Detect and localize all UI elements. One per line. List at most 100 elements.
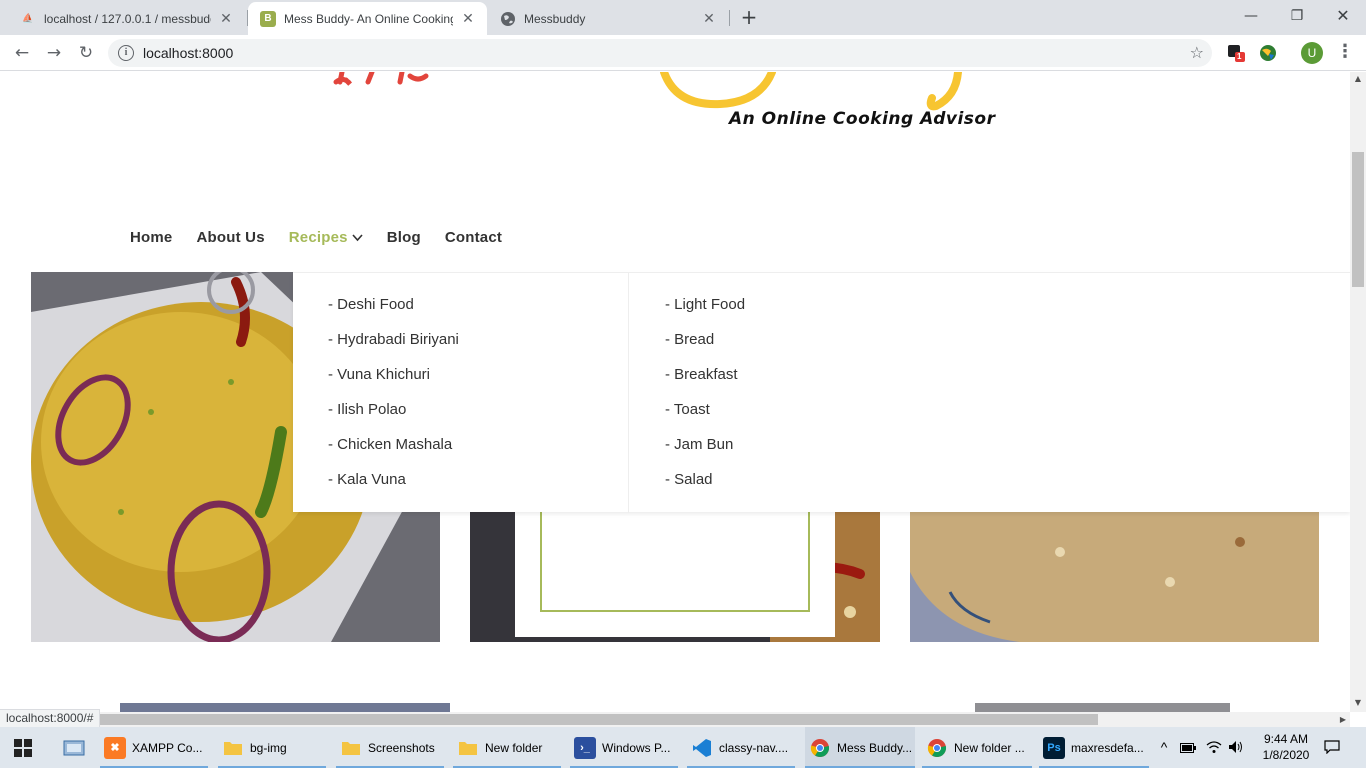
powershell-icon: ›_ — [574, 736, 596, 759]
taskbar-item-vscode[interactable]: classy-nav.... — [687, 727, 795, 768]
back-button[interactable]: ← — [10, 41, 34, 65]
tab-messbuddy[interactable]: Messbuddy ✕ — [488, 2, 728, 35]
dropdown-item-jam-bun[interactable]: - Jam Bun — [665, 435, 745, 470]
taskbar-item-chrome-new-folder[interactable]: New folder ... — [922, 727, 1032, 768]
dropdown-column-left: - Deshi Food - Hydrabadi Biriyani - Vuna… — [328, 295, 459, 505]
extension-icon[interactable]: 1 — [1227, 44, 1245, 62]
wifi-icon[interactable] — [1206, 727, 1224, 768]
battery-icon[interactable] — [1180, 727, 1198, 768]
taskbar-item-xampp[interactable]: ✖ XAMPP Co... — [100, 727, 208, 768]
address-bar[interactable]: i localhost:8000 ☆ — [108, 39, 1212, 67]
nav-about-us[interactable]: About Us — [196, 229, 264, 246]
new-tab-button[interactable]: + — [737, 5, 761, 29]
site-logo[interactable]: An Online Cooking Advisor — [0, 72, 1350, 232]
profile-avatar[interactable]: U — [1301, 42, 1323, 64]
dropdown-column-right: - Light Food - Bread - Breakfast - Toast… — [665, 295, 745, 505]
start-button[interactable] — [4, 727, 44, 768]
vertical-scrollbar[interactable]: ▲ ▼ — [1350, 72, 1366, 712]
photoshop-icon: Ps — [1043, 736, 1065, 759]
tab-mess-buddy[interactable]: B Mess Buddy- An Online Cooking Advisor … — [248, 2, 487, 35]
folder-icon — [340, 737, 362, 759]
taskbar-item-screenshots[interactable]: Screenshots — [336, 727, 444, 768]
tab-phpmyadmin[interactable]: ⛵ localhost / 127.0.0.1 / messbuddy ✕ — [8, 2, 245, 35]
taskbar-item-bg-img[interactable]: bg-img — [218, 727, 326, 768]
system-clock[interactable]: 9:44 AM 1/8/2020 — [1256, 731, 1316, 763]
url-text[interactable]: localhost:8000 — [143, 39, 233, 67]
folder-icon — [222, 737, 244, 759]
recipes-dropdown-menu: - Deshi Food - Hydrabadi Biriyani - Vuna… — [293, 272, 1350, 513]
tray-overflow-icon[interactable]: ^ — [1157, 727, 1171, 768]
taskbar-item-chrome-mess-buddy[interactable]: Mess Buddy... — [805, 727, 915, 768]
tab-title: Mess Buddy- An Online Cooking Advisor — [284, 11, 453, 26]
chrome-icon — [809, 737, 831, 759]
dropdown-item-deshi-food[interactable]: - Deshi Food — [328, 295, 459, 330]
dropdown-item-ilish-polao[interactable]: - Ilish Polao — [328, 400, 459, 435]
dropdown-item-chicken-mashala[interactable]: - Chicken Mashala — [328, 435, 459, 470]
food-photo-lower-left[interactable] — [120, 703, 450, 712]
forward-button[interactable]: → — [42, 41, 66, 65]
browser-menu-icon[interactable]: ⋮ — [1336, 41, 1354, 65]
volume-icon[interactable] — [1228, 727, 1246, 768]
task-view-icon — [63, 740, 85, 755]
bookmark-star-icon[interactable]: ☆ — [1190, 39, 1204, 67]
nav-contact[interactable]: Contact — [445, 229, 502, 246]
clock-time: 9:44 AM — [1263, 732, 1309, 746]
xampp-icon: ✖ — [104, 736, 126, 759]
featured-card-border — [540, 512, 810, 612]
dropdown-item-breakfast[interactable]: - Breakfast — [665, 365, 745, 400]
scrollbar-thumb[interactable] — [1352, 152, 1364, 287]
horizontal-scrollbar-thumb[interactable] — [98, 714, 1098, 725]
reload-button[interactable]: ↻ — [74, 41, 98, 65]
nav-blog[interactable]: Blog — [387, 229, 421, 246]
task-view-button[interactable] — [58, 727, 92, 768]
taskbar-item-label: classy-nav.... — [719, 740, 789, 755]
browser-toolbar: ← → ↻ i localhost:8000 ☆ 1 U ⋮ — [0, 35, 1366, 71]
scroll-up-arrow-icon[interactable]: ▲ — [1350, 72, 1366, 86]
nav-recipes[interactable]: Recipes — [289, 229, 363, 246]
food-photo-lower-right[interactable] — [975, 703, 1230, 712]
extension-globe-icon[interactable] — [1259, 44, 1277, 62]
horizontal-scrollbar[interactable]: ▶ — [0, 712, 1350, 727]
folder-icon — [457, 737, 479, 759]
scroll-right-arrow-icon[interactable]: ▶ — [1340, 712, 1346, 727]
dropdown-item-salad[interactable]: - Salad — [665, 470, 745, 505]
taskbar-item-label: bg-img — [250, 740, 287, 755]
close-icon[interactable]: ✕ — [459, 10, 477, 27]
close-icon[interactable]: ✕ — [217, 10, 235, 27]
main-navigation: Home About Us Recipes Blog Contact — [130, 227, 526, 247]
taskbar-item-label: maxresdefa... — [1071, 740, 1144, 755]
restore-button[interactable]: ❐ — [1274, 4, 1320, 28]
tab-title: localhost / 127.0.0.1 / messbuddy — [44, 11, 211, 26]
chrome-icon — [926, 737, 948, 759]
nav-recipes-label: Recipes — [288, 228, 348, 246]
food-photo-biriyani[interactable] — [910, 512, 1319, 642]
window-close-button[interactable]: ✕ — [1320, 4, 1366, 28]
globe-icon — [500, 11, 516, 27]
dropdown-divider — [628, 273, 629, 513]
taskbar-item-photoshop[interactable]: Ps maxresdefa... — [1039, 727, 1149, 768]
minimize-button[interactable]: — — [1228, 4, 1274, 28]
nav-home[interactable]: Home — [130, 229, 172, 246]
taskbar-item-label: Screenshots — [368, 740, 435, 755]
dropdown-item-bread[interactable]: - Bread — [665, 330, 745, 365]
dropdown-item-light-food[interactable]: - Light Food — [665, 295, 745, 330]
dropdown-item-hydrabadi-biriyani[interactable]: - Hydrabadi Biriyani — [328, 330, 459, 365]
windows-logo-icon — [14, 738, 32, 757]
close-icon[interactable]: ✕ — [700, 10, 718, 27]
taskbar-item-powershell[interactable]: ›_ Windows P... — [570, 727, 678, 768]
info-icon[interactable]: i — [118, 45, 134, 61]
dropdown-item-toast[interactable]: - Toast — [665, 400, 745, 435]
taskbar-item-label: XAMPP Co... — [132, 740, 203, 755]
taskbar-item-label: New folder — [485, 740, 543, 755]
scroll-down-arrow-icon[interactable]: ▼ — [1350, 696, 1366, 710]
taskbar-item-label: New folder ... — [954, 740, 1025, 755]
dropdown-item-vuna-khichuri[interactable]: - Vuna Khichuri — [328, 365, 459, 400]
taskbar-item-new-folder[interactable]: New folder — [453, 727, 561, 768]
notifications-icon[interactable] — [1324, 727, 1342, 768]
extension-badge: 1 — [1237, 52, 1242, 61]
site-tagline: An Online Cooking Advisor — [729, 109, 996, 129]
logo-artwork — [333, 72, 962, 111]
taskbar-item-label: Windows P... — [602, 740, 671, 755]
browser-tab-strip: ⛵ localhost / 127.0.0.1 / messbuddy ✕ B … — [0, 0, 1366, 35]
dropdown-item-kala-vuna[interactable]: - Kala Vuna — [328, 470, 459, 505]
